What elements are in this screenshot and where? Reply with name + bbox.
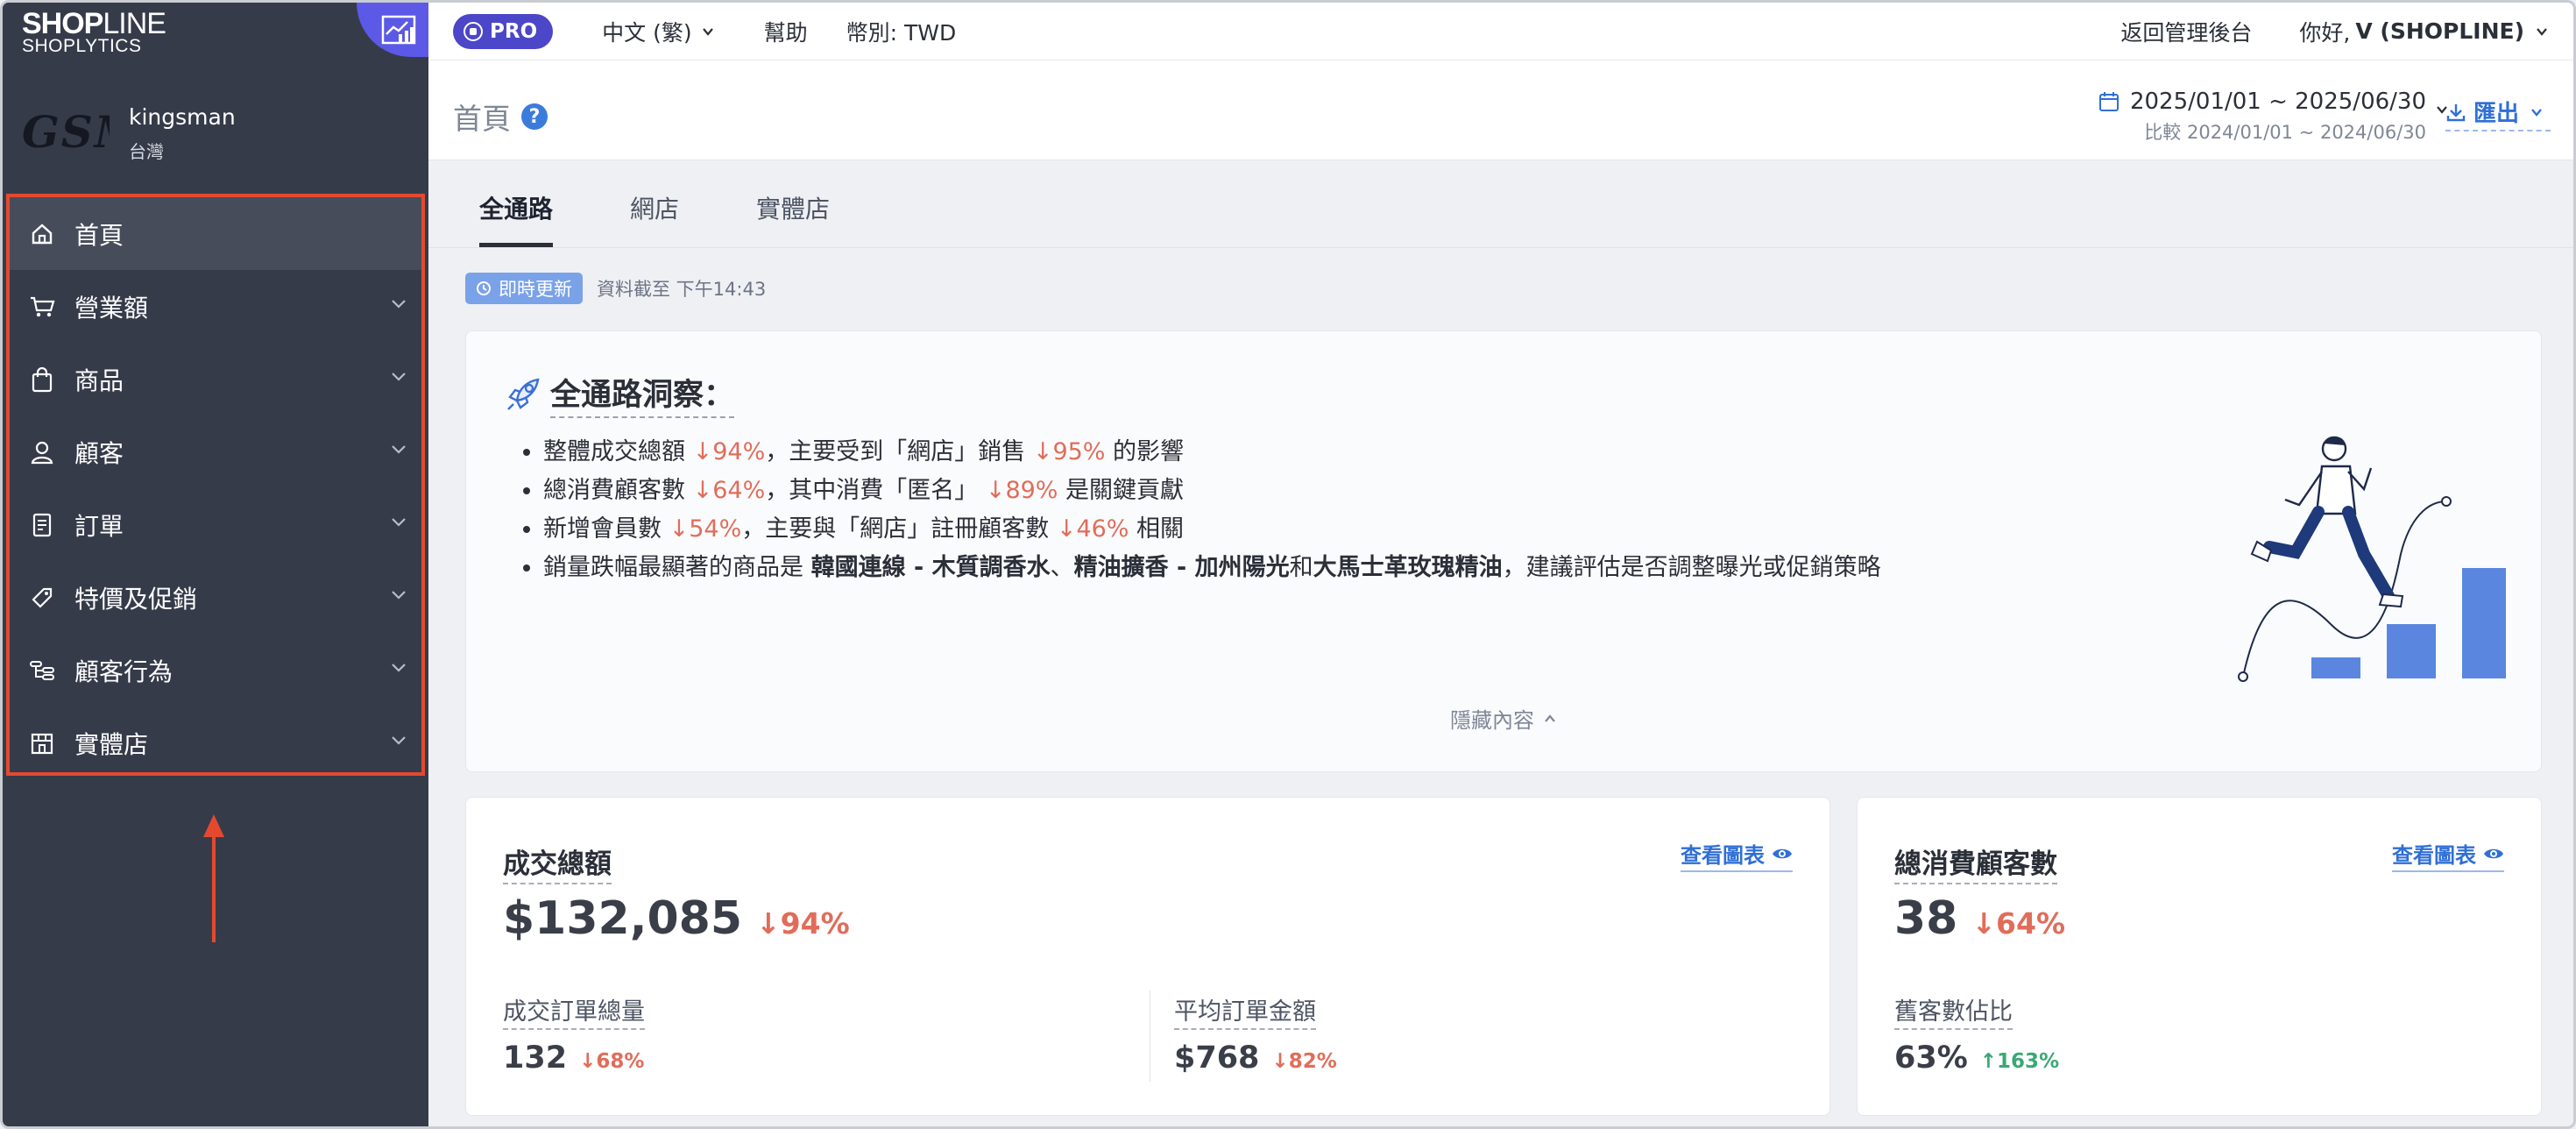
insight-card: 全通路洞察： 整體成交總額 ↓94%，主要受到「網店」銷售 ↓95% 的影響 總…	[465, 330, 2542, 772]
collapse-toggle[interactable]: 隱藏內容	[466, 703, 2541, 734]
sidebar-item-orders[interactable]: 訂單	[10, 488, 421, 561]
chevron-down-icon	[2531, 108, 2542, 117]
pro-icon	[464, 21, 483, 41]
sidebar-item-customers[interactable]: 顧客	[10, 415, 421, 488]
kpi-sub-aov: 平均訂單金額 $768 ↓82%	[1174, 992, 1337, 1076]
behavior-icon	[27, 656, 57, 685]
sidebar-item-promotions[interactable]: 特價及促銷	[10, 561, 421, 634]
shop-region: 台灣	[129, 141, 164, 162]
chevron-down-icon	[392, 373, 406, 381]
sidebar-item-label: 特價及促銷	[74, 584, 198, 614]
sidebar-item-label: 營業額	[74, 293, 149, 323]
view-chart-link[interactable]: 查看圖表	[2392, 838, 2504, 872]
export-button[interactable]: 匯出	[2445, 96, 2551, 131]
chevron-down-icon	[392, 591, 406, 600]
help-icon[interactable]: ?	[521, 103, 548, 130]
kpi-value: 38 ↓64%	[1894, 892, 2066, 945]
kpi-sub-orders: 成交訂單總量 132 ↓68%	[503, 992, 645, 1076]
rocket-icon	[507, 378, 540, 410]
kpi-sub-returning-share: 舊客數佔比 63% ↑163%	[1894, 992, 2059, 1076]
tab-retail-store[interactable]: 實體店	[756, 190, 830, 243]
kpi-delta: ↓94%	[756, 906, 850, 941]
chevron-down-icon	[392, 518, 406, 527]
sidebar-item-label: 首頁	[74, 220, 124, 250]
shop-switcher[interactable]: GSM kingsman 台灣	[3, 83, 428, 180]
page-header: 首頁 ? 2025/01/01 ~ 2025/06/30 比較 2024/01/…	[428, 60, 2573, 160]
compare-range: 比較 2024/01/01 ~ 2024/06/30	[2144, 122, 2426, 143]
date-range-value: 2025/01/01 ~ 2025/06/30	[2129, 89, 2426, 115]
clock-icon	[477, 281, 491, 295]
chevron-up-icon	[1545, 714, 1555, 722]
sidebar-item-stores[interactable]: 實體店	[10, 707, 421, 779]
kpi-card-customers: 總消費顧客數 查看圖表 38 ↓64% 舊客數佔比 63% ↑163%	[1857, 797, 2542, 1116]
chevron-down-icon	[392, 736, 406, 745]
kpi-title: 總消費顧客數	[1894, 841, 2057, 884]
kpi-value: $132,085 ↓94%	[503, 892, 850, 945]
currency-label: 幣別: TWD	[846, 19, 957, 46]
pro-badge[interactable]: PRO	[453, 13, 554, 49]
sidebar-item-revenue[interactable]: 營業額	[10, 270, 421, 343]
live-update-bar: 即時更新 資料截至 下午14:43	[465, 273, 766, 304]
live-update-badge: 即時更新	[465, 273, 583, 304]
view-chart-link[interactable]: 查看圖表	[1681, 838, 1793, 872]
calendar-icon	[2098, 92, 2119, 111]
help-link[interactable]: 幫助	[764, 16, 808, 47]
shop-name: kingsman	[129, 104, 236, 130]
chevron-down-icon	[2537, 27, 2547, 36]
sidebar-item-label: 顧客	[74, 438, 124, 468]
data-timestamp: 資料截至 下午14:43	[597, 279, 767, 300]
annotation-arrow-icon	[203, 814, 224, 942]
sidebar-item-products[interactable]: 商品	[10, 343, 421, 415]
insight-list: 整體成交總額 ↓94%，主要受到「網店」銷售 ↓95% 的影響 總消費顧客數 ↓…	[543, 433, 1881, 587]
eye-icon	[1773, 849, 1792, 858]
insight-item: 整體成交總額 ↓94%，主要受到「網店」銷售 ↓95% 的影響	[543, 433, 1881, 472]
shop-logo: GSM	[22, 108, 110, 157]
page-title: 首頁 ?	[453, 96, 548, 138]
user-menu[interactable]: 你好, V (SHOPLINE)	[2299, 16, 2549, 47]
eye-icon	[2484, 849, 2503, 858]
sidebar: SHOPLINE SHOPLYTICS GSM kingsman 台灣	[3, 3, 428, 1126]
kpi-delta: ↓64%	[1971, 906, 2066, 941]
document-icon	[27, 510, 57, 540]
insight-item: 新增會員數 ↓54%，主要與「網店」註冊顧客數 ↓46% 相關	[543, 510, 1881, 549]
kpi-card-gmv: 成交總額 查看圖表 $132,085 ↓94% 成交訂單總量 132 ↓68% 平…	[465, 797, 1830, 1116]
chevron-down-icon	[392, 300, 406, 309]
download-icon	[2446, 103, 2466, 121]
analytics-shortcut[interactable]	[357, 3, 428, 57]
bag-icon	[27, 365, 57, 394]
tag-icon	[27, 583, 57, 613]
top-bar: PRO 中文 (繁) 幫助 幣別: TWD 返回管理後台 你好, V (SHOPL…	[428, 3, 2573, 60]
language-selector[interactable]: 中文 (繁)	[602, 16, 714, 47]
shopline-logo[interactable]: SHOPLINE	[22, 8, 166, 39]
sidebar-item-behavior[interactable]: 顧客行為	[10, 634, 421, 707]
home-icon	[27, 219, 57, 249]
sidebar-item-label: 訂單	[74, 511, 124, 541]
chevron-down-icon	[392, 664, 406, 672]
sidebar-nav: 首頁 營業額 商品 顧客 訂單 特價及促銷 顧客行為 實體店	[6, 194, 425, 776]
channel-tabs: 全通路 網店 實體店	[428, 160, 2573, 248]
store-icon	[27, 728, 57, 758]
sidebar-item-label: 商品	[74, 366, 124, 395]
brand-subtitle: SHOPLYTICS	[22, 36, 142, 56]
sidebar-item-label: 實體店	[74, 729, 149, 759]
date-range-picker[interactable]: 2025/01/01 ~ 2025/06/30 比較 2024/01/01 ~ …	[2098, 89, 2447, 145]
cart-icon	[27, 292, 57, 322]
app-window: SHOPLINE SHOPLYTICS GSM kingsman 台灣	[0, 0, 2576, 1129]
brand-header: SHOPLINE SHOPLYTICS	[3, 3, 428, 71]
tab-omnichannel[interactable]: 全通路	[479, 190, 554, 247]
sidebar-item-label: 顧客行為	[74, 657, 173, 686]
growth-illustration-icon	[2238, 436, 2506, 682]
back-to-admin-link[interactable]: 返回管理後台	[2120, 16, 2252, 47]
insight-title: 全通路洞察：	[505, 370, 735, 418]
tab-online-store[interactable]: 網店	[630, 190, 679, 243]
chevron-down-icon	[392, 445, 406, 454]
chart-icon	[381, 15, 416, 45]
chevron-down-icon	[702, 27, 713, 36]
insight-item: 總消費顧客數 ↓64%，其中消費「匿名」 ↓89% 是關鍵貢獻	[543, 472, 1881, 510]
sidebar-item-home[interactable]: 首頁	[10, 197, 421, 270]
user-icon	[27, 437, 57, 467]
kpi-title: 成交總額	[503, 841, 612, 884]
insight-item: 銷量跌幅最顯著的商品是 韓國連線 - 木質調香水、精油擴香 - 加州陽光和大馬士…	[543, 549, 1881, 587]
